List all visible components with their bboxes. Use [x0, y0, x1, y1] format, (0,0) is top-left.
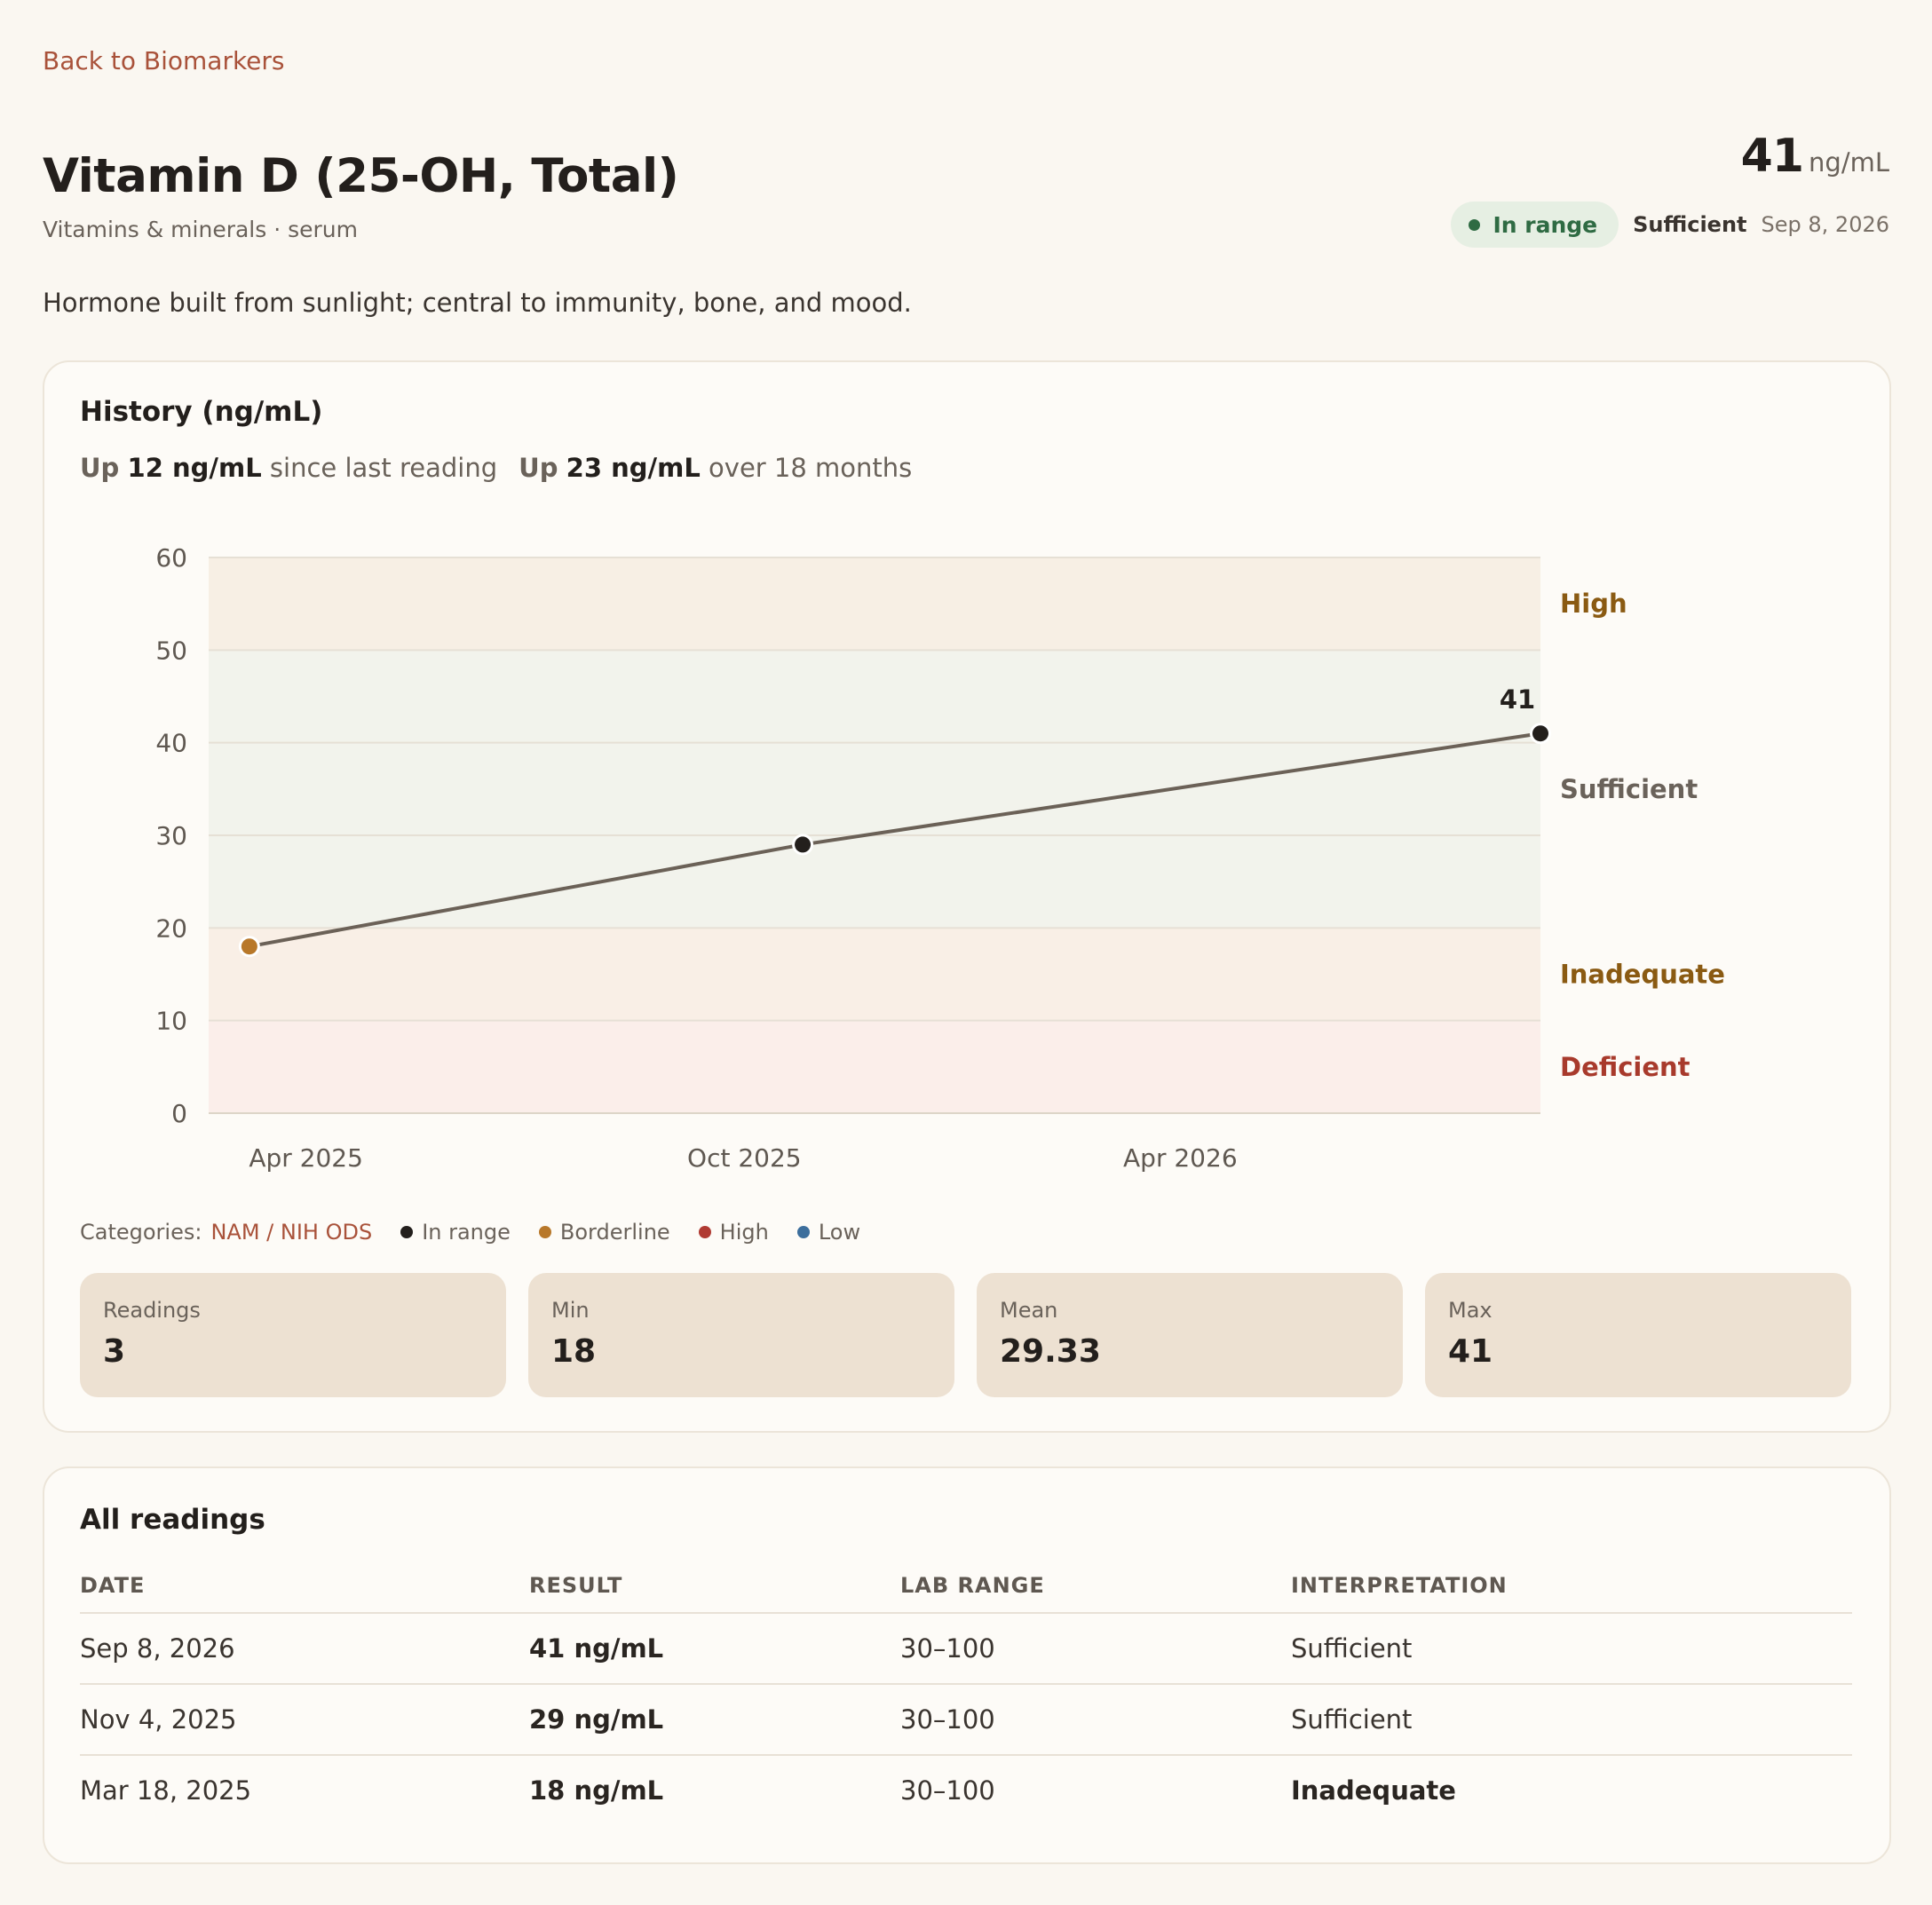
table-divider — [80, 1683, 1852, 1685]
legend-item-high: High — [698, 1220, 769, 1245]
latest-value-label: 41 — [1500, 684, 1535, 715]
y-tick-label: 60 — [155, 543, 187, 573]
x-tick-label: Oct 2025 — [687, 1143, 802, 1173]
table-divider — [80, 1754, 1852, 1756]
stat-label: Max — [1448, 1298, 1493, 1323]
y-tick-label: 40 — [155, 729, 187, 758]
legend-label: In range — [422, 1220, 511, 1245]
data-point — [1532, 725, 1548, 742]
stat-label: Readings — [103, 1298, 201, 1323]
history-card: History (ng/mL) Up 12 ng/mL since last r… — [43, 360, 1891, 1433]
y-tick-label: 0 — [171, 1099, 187, 1128]
legend-prefix: Categories: — [80, 1220, 202, 1245]
page-subtitle: Vitamins & minerals · serum — [43, 217, 358, 242]
in-range-dot-icon — [400, 1226, 414, 1238]
column-header-lab-range: Lab range — [900, 1573, 1045, 1598]
legend-item-low: Low — [796, 1220, 861, 1245]
status-badge: In range — [1451, 202, 1619, 248]
zone-label-inadequate: Inadequate — [1560, 960, 1725, 990]
cell-lab-range: 30–100 — [900, 1775, 995, 1806]
cell-date: Nov 4, 2025 — [80, 1704, 237, 1735]
stat-value: 18 — [551, 1333, 597, 1370]
zone-band-deficient — [209, 1020, 1540, 1113]
zone-label-high: High — [1560, 589, 1627, 619]
cell-date: Mar 18, 2025 — [80, 1775, 252, 1806]
stat-value: 3 — [103, 1333, 126, 1370]
back-to-biomarkers-link[interactable]: Back to Biomarkers — [43, 46, 285, 75]
stat-min: Min 18 — [528, 1273, 954, 1397]
legend-label: Borderline — [559, 1220, 670, 1245]
table-divider — [80, 1612, 1852, 1614]
cell-result: 41 ng/mL — [529, 1633, 664, 1664]
status-row: In range Sufficient Sep 8, 2026 — [1451, 202, 1889, 248]
readings-card: All readings Date Result Lab range Inter… — [43, 1466, 1891, 1864]
page-title: Vitamin D (25-OH, Total) — [43, 149, 679, 203]
cell-interpretation: Sufficient — [1291, 1704, 1413, 1735]
legend-label: Low — [818, 1220, 861, 1245]
stat-readings: Readings 3 — [80, 1273, 506, 1397]
legend-item-borderline: Borderline — [538, 1220, 670, 1245]
stat-value: 41 — [1448, 1333, 1493, 1370]
column-header-date: Date — [80, 1573, 146, 1598]
category-legend: Categories: NAM / NIH ODS In range Borde… — [80, 1220, 860, 1245]
data-point — [795, 836, 812, 853]
cell-lab-range: 30–100 — [900, 1704, 995, 1735]
column-header-interpretation: Interpretation — [1291, 1573, 1508, 1598]
cell-lab-range: 30–100 — [900, 1633, 995, 1664]
y-tick-label: 50 — [155, 636, 187, 665]
zone-band-high — [209, 557, 1540, 651]
y-tick-label: 20 — [155, 913, 187, 943]
current-value-number: 41 — [1740, 130, 1804, 183]
zone-band-inadequate — [209, 928, 1540, 1021]
zone-label-sufficient: Sufficient — [1560, 774, 1698, 804]
legend-source-link[interactable]: NAM / NIH ODS — [210, 1220, 372, 1245]
cell-date: Sep 8, 2026 — [80, 1633, 235, 1664]
stat-max: Max 41 — [1425, 1273, 1851, 1397]
status-date: Sep 8, 2026 — [1761, 212, 1889, 237]
legend-item-in-range: In range — [400, 1220, 511, 1245]
status-category: Sufficient — [1633, 212, 1747, 237]
column-header-result: Result — [529, 1573, 623, 1598]
high-dot-icon — [698, 1226, 711, 1238]
borderline-dot-icon — [538, 1226, 551, 1238]
status-badge-label: In range — [1493, 211, 1598, 238]
cell-result: 18 ng/mL — [529, 1775, 664, 1806]
stat-label: Mean — [1000, 1298, 1058, 1323]
cell-result: 29 ng/mL — [529, 1704, 664, 1735]
stat-mean: Mean 29.33 — [977, 1273, 1403, 1397]
biomarker-description: Hormone built from sunlight; central to … — [43, 288, 912, 318]
y-tick-label: 30 — [155, 821, 187, 850]
zone-label-deficient: Deficient — [1560, 1052, 1690, 1082]
current-value: 41 ng/mL — [1741, 130, 1889, 183]
readings-title: All readings — [80, 1504, 265, 1536]
status-dot-icon — [1469, 218, 1481, 231]
y-tick-label: 10 — [155, 1007, 187, 1036]
data-point — [241, 938, 257, 955]
zone-band-sufficient — [209, 650, 1540, 929]
cell-interpretation: Sufficient — [1291, 1633, 1413, 1664]
stat-label: Min — [551, 1298, 590, 1323]
history-chart: 0 10 20 30 40 50 60 Apr 2025 Oct 2025 Apr 2026 Hig… — [155, 543, 1725, 1173]
x-tick-label: Apr 2025 — [249, 1143, 363, 1173]
low-dot-icon — [796, 1226, 810, 1238]
stat-value: 29.33 — [1000, 1333, 1101, 1370]
legend-label: High — [719, 1220, 769, 1245]
cell-interpretation: Inadequate — [1291, 1775, 1456, 1806]
x-tick-label: Apr 2026 — [1123, 1143, 1238, 1173]
current-value-unit: ng/mL — [1809, 147, 1889, 178]
